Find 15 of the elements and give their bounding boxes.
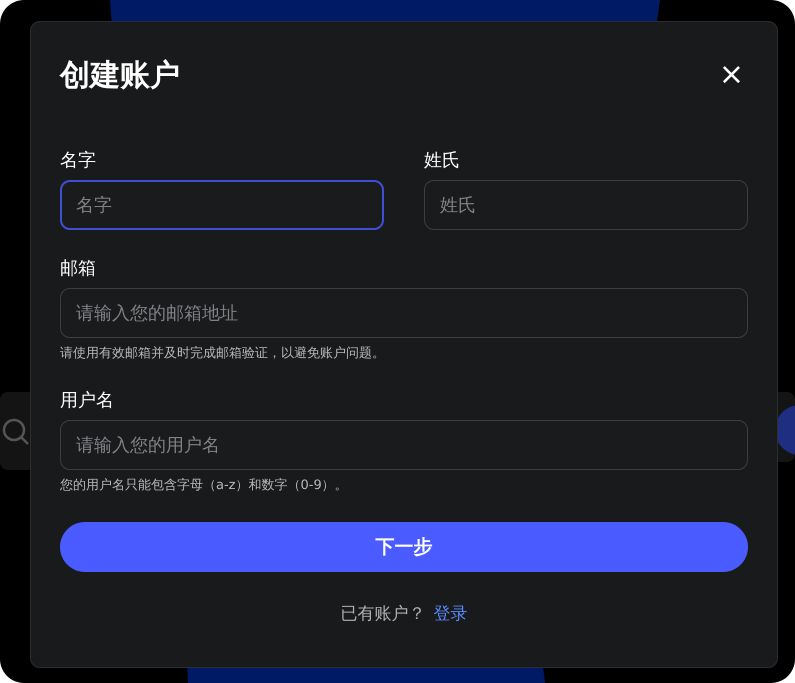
field-label: 邮箱 <box>60 257 97 280</box>
next-button[interactable]: 下一步 <box>60 522 748 572</box>
input-field[interactable]: 姓氏 <box>424 180 748 230</box>
field-label: 姓氏 <box>424 149 461 172</box>
login-link[interactable]: 登录 <box>434 604 468 624</box>
close-button[interactable]: × <box>714 60 748 90</box>
field-label: 名字 <box>60 149 97 172</box>
field-hint: 您的用户名只能包含字母（a-z）和数字（0-9）。 <box>60 477 349 494</box>
field-hint: 请使用有效邮箱并及时完成邮箱验证，以避免账户问题。 <box>60 345 386 362</box>
dialog-title: 创建账户 <box>60 56 180 94</box>
input-field[interactable]: 请输入您的邮箱地址 <box>60 288 748 338</box>
footer-text: 已有账户？ <box>340 604 426 624</box>
input-field[interactable]: 请输入您的用户名 <box>60 420 748 470</box>
field-label: 用户名 <box>60 389 115 412</box>
input-field[interactable]: 名字 <box>60 180 384 230</box>
